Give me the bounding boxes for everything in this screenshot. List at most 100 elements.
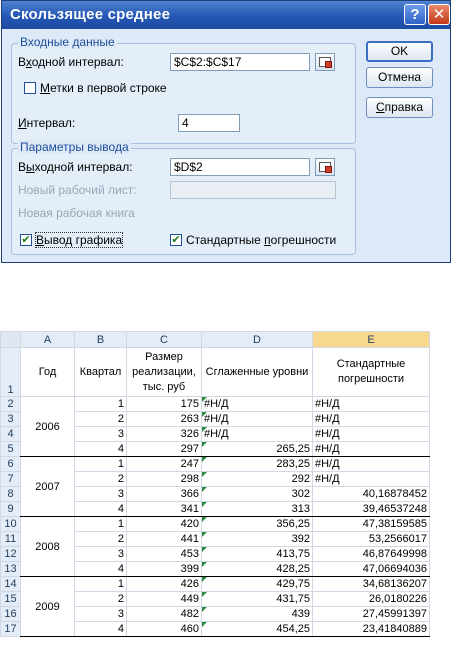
smoothed-cell[interactable]: 265,25	[201, 441, 313, 457]
quarter-cell[interactable]: 4	[74, 441, 127, 457]
chart-output-checkbox[interactable]: ✔	[20, 234, 32, 246]
ok-button[interactable]: OK	[366, 41, 433, 62]
sales-cell[interactable]: 326	[126, 426, 202, 442]
sales-cell[interactable]: 441	[126, 531, 202, 547]
row-header[interactable]: 12	[0, 546, 21, 562]
column-header-c[interactable]: C	[126, 331, 202, 348]
sales-cell[interactable]: 341	[126, 501, 202, 517]
std-error-cell[interactable]: #Н/Д	[312, 396, 430, 412]
header-year[interactable]: Год	[20, 347, 75, 397]
std-error-cell[interactable]: #Н/Д	[312, 456, 430, 472]
quarter-cell[interactable]: 1	[74, 516, 127, 532]
sales-cell[interactable]: 247	[126, 456, 202, 472]
std-error-cell[interactable]: 53,2566017	[312, 531, 430, 547]
output-range-field[interactable]: $D$2	[170, 158, 310, 176]
smoothed-cell[interactable]: 313	[201, 501, 313, 517]
header-std-errors[interactable]: Стандартные погрешности	[312, 347, 430, 397]
row-header[interactable]: 16	[0, 606, 21, 622]
cancel-button[interactable]: Отмена	[366, 67, 433, 88]
sales-cell[interactable]: 460	[126, 621, 202, 637]
smoothed-cell[interactable]: #Н/Д	[201, 426, 313, 442]
quarter-cell[interactable]: 1	[74, 396, 127, 412]
sales-cell[interactable]: 298	[126, 471, 202, 487]
std-error-cell[interactable]: #Н/Д	[312, 411, 430, 427]
row-header[interactable]: 1	[0, 347, 21, 397]
close-icon[interactable]: ✕	[428, 4, 450, 25]
smoothed-cell[interactable]: #Н/Д	[201, 411, 313, 427]
smoothed-cell[interactable]: 439	[201, 606, 313, 622]
row-header[interactable]: 9	[0, 501, 21, 517]
smoothed-cell[interactable]: 292	[201, 471, 313, 487]
interval-field[interactable]: 4	[178, 114, 240, 132]
quarter-cell[interactable]: 3	[74, 546, 127, 562]
std-error-cell[interactable]: 26,0180226	[312, 591, 430, 607]
sales-cell[interactable]: 426	[126, 576, 202, 592]
smoothed-cell[interactable]: 356,25	[201, 516, 313, 532]
sales-cell[interactable]: 420	[126, 516, 202, 532]
std-error-cell[interactable]: 23,41840889	[312, 621, 430, 637]
std-error-cell[interactable]: #Н/Д	[312, 426, 430, 442]
row-header[interactable]: 2	[0, 396, 21, 412]
header-smoothed[interactable]: Сглаженные уровни	[201, 347, 313, 397]
column-header-e[interactable]: E	[312, 331, 430, 348]
sales-cell[interactable]: 453	[126, 546, 202, 562]
year-cell[interactable]: 2008	[20, 516, 75, 577]
quarter-cell[interactable]: 3	[74, 486, 127, 502]
header-quarter[interactable]: Квартал	[74, 347, 127, 397]
quarter-cell[interactable]: 4	[74, 501, 127, 517]
output-range-ref-button[interactable]	[315, 158, 335, 176]
input-range-field[interactable]: $C$2:$C$17	[170, 53, 310, 71]
smoothed-cell[interactable]: 392	[201, 531, 313, 547]
quarter-cell[interactable]: 3	[74, 426, 127, 442]
row-header[interactable]: 14	[0, 576, 21, 592]
std-error-cell[interactable]: 46,87649998	[312, 546, 430, 562]
quarter-cell[interactable]: 1	[74, 576, 127, 592]
smoothed-cell[interactable]: 413,75	[201, 546, 313, 562]
sales-cell[interactable]: 297	[126, 441, 202, 457]
year-cell[interactable]: 2006	[20, 396, 75, 457]
smoothed-cell[interactable]: 431,75	[201, 591, 313, 607]
row-header[interactable]: 8	[0, 486, 21, 502]
quarter-cell[interactable]: 4	[74, 561, 127, 577]
column-header-a[interactable]: A	[20, 331, 75, 348]
sales-cell[interactable]: 366	[126, 486, 202, 502]
row-header[interactable]: 17	[0, 621, 21, 637]
row-header[interactable]: 6	[0, 456, 21, 472]
input-range-ref-button[interactable]	[315, 53, 335, 71]
row-header[interactable]: 15	[0, 591, 21, 607]
sales-cell[interactable]: 482	[126, 606, 202, 622]
quarter-cell[interactable]: 2	[74, 591, 127, 607]
smoothed-cell[interactable]: 454,25	[201, 621, 313, 637]
smoothed-cell[interactable]: 283,25	[201, 456, 313, 472]
sales-cell[interactable]: 449	[126, 591, 202, 607]
std-errors-checkbox[interactable]: ✔	[170, 234, 182, 246]
help-icon[interactable]: ?	[404, 4, 426, 25]
column-header-d[interactable]: D	[201, 331, 313, 348]
smoothed-cell[interactable]: 428,25	[201, 561, 313, 577]
row-header[interactable]: 7	[0, 471, 21, 487]
header-sales[interactable]: Размер реализации, тыс. руб	[126, 347, 202, 397]
quarter-cell[interactable]: 2	[74, 471, 127, 487]
quarter-cell[interactable]: 2	[74, 531, 127, 547]
quarter-cell[interactable]: 2	[74, 411, 127, 427]
column-header-b[interactable]: B	[74, 331, 127, 348]
smoothed-cell[interactable]: #Н/Д	[201, 396, 313, 412]
select-all-corner[interactable]	[0, 331, 21, 348]
sales-cell[interactable]: 263	[126, 411, 202, 427]
quarter-cell[interactable]: 4	[74, 621, 127, 637]
smoothed-cell[interactable]: 302	[201, 486, 313, 502]
year-cell[interactable]: 2009	[20, 576, 75, 637]
row-header[interactable]: 5	[0, 441, 21, 457]
std-error-cell[interactable]: 27,45991397	[312, 606, 430, 622]
smoothed-cell[interactable]: 429,75	[201, 576, 313, 592]
sales-cell[interactable]: 399	[126, 561, 202, 577]
row-header[interactable]: 4	[0, 426, 21, 442]
dialog-titlebar[interactable]: Скользящее среднее ? ✕	[2, 1, 450, 29]
std-error-cell[interactable]: 34,68136207	[312, 576, 430, 592]
row-header[interactable]: 3	[0, 411, 21, 427]
std-error-cell[interactable]: #Н/Д	[312, 471, 430, 487]
std-error-cell[interactable]: 47,38159585	[312, 516, 430, 532]
row-header[interactable]: 10	[0, 516, 21, 532]
std-error-cell[interactable]: #Н/Д	[312, 441, 430, 457]
row-header[interactable]: 11	[0, 531, 21, 547]
